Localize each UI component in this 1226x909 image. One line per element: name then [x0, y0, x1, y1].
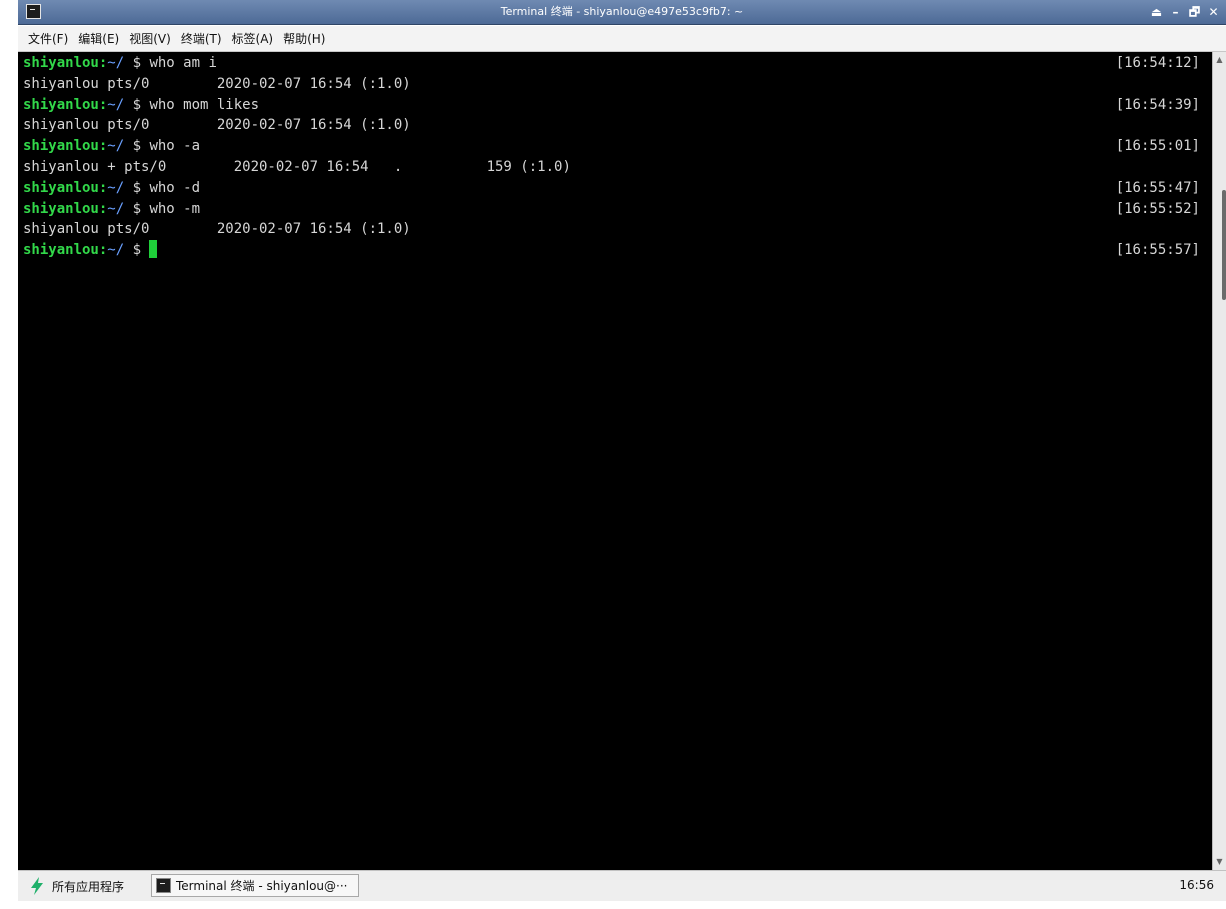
window-titlebar[interactable]: Terminal 终端 - shiyanlou@e497e53c9fb7: ~ … — [18, 0, 1226, 25]
prompt-line: shiyanlou:~/ $ who -d — [23, 178, 200, 198]
command-text: who -a — [149, 138, 201, 155]
left-edge — [0, 0, 18, 870]
desktop: Terminal 终端 - shiyanlou@e497e53c9fb7: ~ … — [0, 0, 1226, 909]
prompt-path: ~/ — [107, 179, 125, 196]
prompt-timestamp: [16:54:39] — [1115, 96, 1200, 113]
command-text: who mom likes — [149, 96, 260, 113]
menu-tabs[interactable]: 标签(A) — [232, 30, 274, 47]
prompt-symbol: $ — [124, 200, 150, 217]
output-line: shiyanlou pts/0 2020-02-07 16:54 (:1.0) — [23, 117, 411, 134]
menu-terminal[interactable]: 终端(T) — [181, 30, 222, 47]
clock: 16:56 — [1179, 878, 1214, 892]
prompt-path: ~/ — [107, 55, 125, 71]
menu-bar: 文件(F) 编辑(E) 视图(V) 终端(T) 标签(A) 帮助(H) — [18, 26, 1226, 52]
menu-help[interactable]: 帮助(H) — [283, 30, 325, 47]
prompt-line: shiyanlou:~/ $ who -m — [23, 199, 200, 219]
shade-button[interactable]: ⏏ — [1150, 4, 1163, 20]
taskbar: 所有应用程序 Terminal 终端 - shiyanlou@··· 16:56 — [18, 870, 1226, 901]
prompt-timestamp: [16:54:12] — [1115, 55, 1200, 71]
prompt-symbol: $ — [124, 138, 150, 155]
command-text: who am i — [149, 55, 217, 71]
output-line: shiyanlou + pts/0 2020-02-07 16:54 . 159… — [23, 159, 571, 175]
command-text: who -d — [149, 179, 201, 196]
command-text: who -m — [149, 200, 201, 217]
applications-menu-label: 所有应用程序 — [52, 879, 125, 894]
prompt-user: shiyanlou: — [23, 242, 108, 259]
prompt-user: shiyanlou: — [23, 55, 108, 71]
prompt-path: ~/ — [107, 200, 125, 217]
window-title: Terminal 终端 - shiyanlou@e497e53c9fb7: ~ — [500, 5, 744, 18]
leaf-icon — [30, 877, 44, 895]
prompt-timestamp: [16:55:47] — [1115, 179, 1200, 196]
output-line: shiyanlou pts/0 2020-02-07 16:54 (:1.0) — [23, 221, 411, 238]
prompt-symbol: $ — [124, 55, 150, 71]
prompt-path: ~/ — [107, 242, 125, 259]
prompt-symbol: $ — [124, 96, 150, 113]
terminal-cursor — [149, 240, 158, 259]
prompt-path: ~/ — [107, 138, 125, 155]
scroll-up-icon[interactable]: ▲ — [1213, 54, 1226, 66]
prompt-user: shiyanlou: — [23, 96, 108, 113]
applications-menu-button[interactable]: 所有应用程序 — [30, 876, 124, 896]
prompt-user: shiyanlou: — [23, 200, 108, 217]
taskbar-terminal-button[interactable]: Terminal 终端 - shiyanlou@··· — [151, 874, 359, 897]
menu-edit[interactable]: 编辑(E) — [78, 30, 119, 47]
terminal-scrollbar[interactable]: ▲ ▼ — [1212, 52, 1226, 870]
window-controls: ⏏ – 🗗 ✕ — [1150, 4, 1220, 20]
scroll-down-icon[interactable]: ▼ — [1213, 856, 1226, 868]
scrollbar-thumb[interactable] — [1222, 190, 1226, 300]
prompt-timestamp: [16:55:57] — [1115, 242, 1200, 259]
prompt-line: shiyanlou:~/ $ who -a — [23, 136, 200, 156]
terminal-output[interactable]: [16:54:12] shiyanlou:~/ $ who am i shiyanl… — [18, 52, 1212, 870]
menu-view[interactable]: 视图(V) — [129, 30, 171, 47]
output-line: shiyanlou pts/0 2020-02-07 16:54 (:1.0) — [23, 75, 411, 92]
prompt-path: ~/ — [107, 96, 125, 113]
prompt-timestamp: [16:55:01] — [1115, 138, 1200, 155]
prompt-symbol: $ — [124, 242, 150, 259]
menu-file[interactable]: 文件(F) — [28, 30, 68, 47]
bottom-edge — [0, 901, 1226, 909]
terminal-icon — [156, 878, 171, 893]
prompt-timestamp: [16:55:52] — [1115, 200, 1200, 217]
close-button[interactable]: ✕ — [1207, 4, 1220, 20]
prompt-symbol: $ — [124, 179, 150, 196]
prompt-line: shiyanlou:~/ $ — [23, 240, 158, 260]
taskbar-terminal-label: Terminal 终端 - shiyanlou@··· — [176, 879, 348, 893]
maximize-button[interactable]: 🗗 — [1188, 4, 1201, 20]
minimize-button[interactable]: – — [1169, 4, 1182, 20]
prompt-line: shiyanlou:~/ $ who mom likes — [23, 95, 259, 115]
prompt-user: shiyanlou: — [23, 179, 108, 196]
prompt-user: shiyanlou: — [23, 138, 108, 155]
prompt-line: shiyanlou:~/ $ who am i — [23, 53, 217, 73]
